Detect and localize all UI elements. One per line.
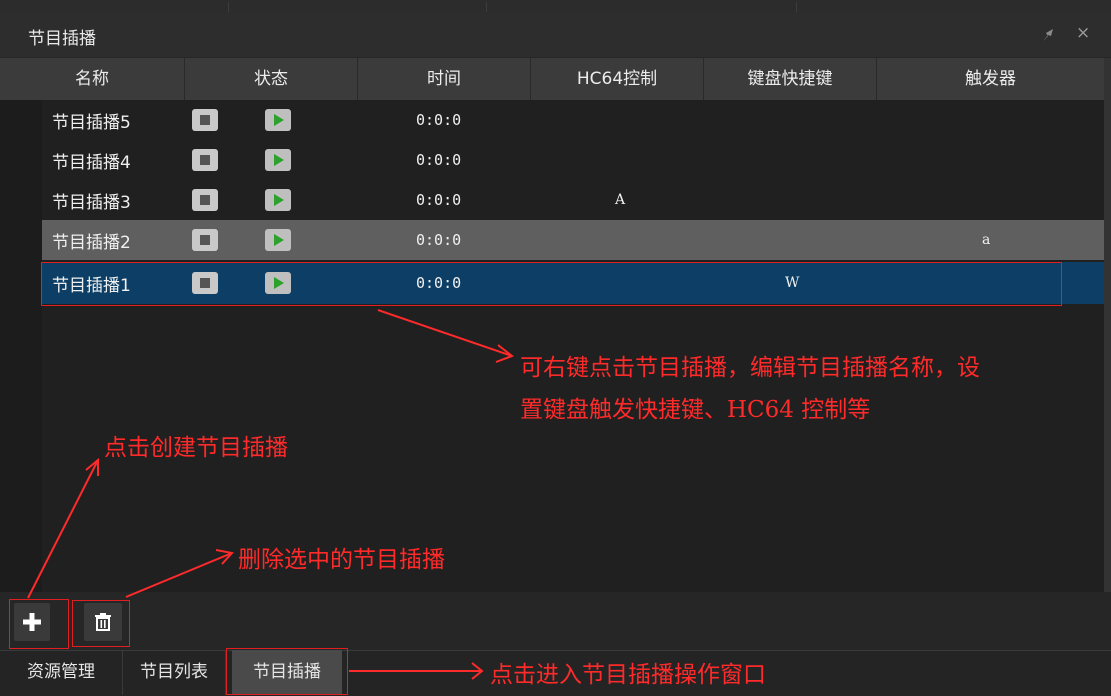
annotation-arrows bbox=[27, 309, 515, 680]
